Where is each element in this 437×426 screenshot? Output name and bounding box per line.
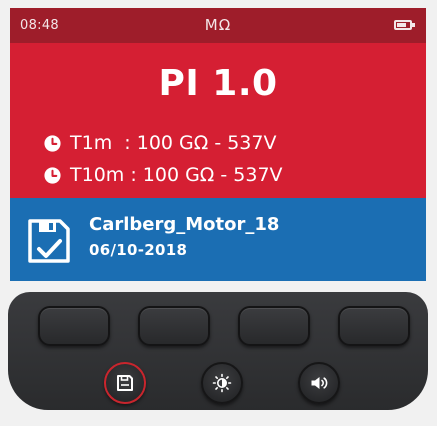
softkey-2[interactable]	[138, 306, 210, 346]
softkey-4[interactable]	[338, 306, 410, 346]
measurement-label: T1m	[70, 132, 113, 154]
softkey-3[interactable]	[238, 306, 310, 346]
keypad	[8, 292, 428, 410]
result-panel: PI 1.0 T1m : 100 GΩ - 537V T10m : 100 GΩ…	[10, 43, 426, 198]
device-screen: 08:48 MΩ PI 1.0 T1m : 100 GΩ - 537V T10m…	[10, 8, 426, 281]
softkey-1[interactable]	[38, 306, 110, 346]
status-bar: 08:48 MΩ	[10, 8, 426, 43]
save-button[interactable]	[104, 362, 146, 404]
measurement-row-t10m: T10m : 100 GΩ - 537V	[44, 162, 283, 188]
measurement-separator: :	[112, 132, 137, 154]
file-name: Carlberg_Motor_18	[89, 214, 280, 235]
brightness-icon	[212, 373, 232, 393]
measurement-row-t1m: T1m : 100 GΩ - 537V	[44, 130, 276, 156]
saved-file-panel: Carlberg_Motor_18 06/10-2018	[10, 198, 426, 281]
clock-icon	[44, 166, 61, 184]
measurement-value: 100 GΩ - 537V	[136, 132, 277, 154]
brightness-button[interactable]	[201, 362, 243, 404]
polarization-index-value: PI 1.0	[158, 63, 278, 104]
clock-icon	[44, 134, 61, 152]
measurement-unit: MΩ	[204, 16, 232, 34]
save-file-check-icon	[28, 219, 70, 263]
measurement-value: 100 GΩ - 537V	[142, 164, 283, 186]
speaker-icon	[311, 377, 328, 389]
save-icon	[117, 375, 133, 391]
battery-icon	[394, 20, 415, 30]
sound-button[interactable]	[298, 362, 340, 404]
measurement-label: T10m	[70, 164, 125, 186]
measurement-separator: :	[124, 164, 143, 186]
file-date: 06/10-2018	[89, 241, 188, 259]
